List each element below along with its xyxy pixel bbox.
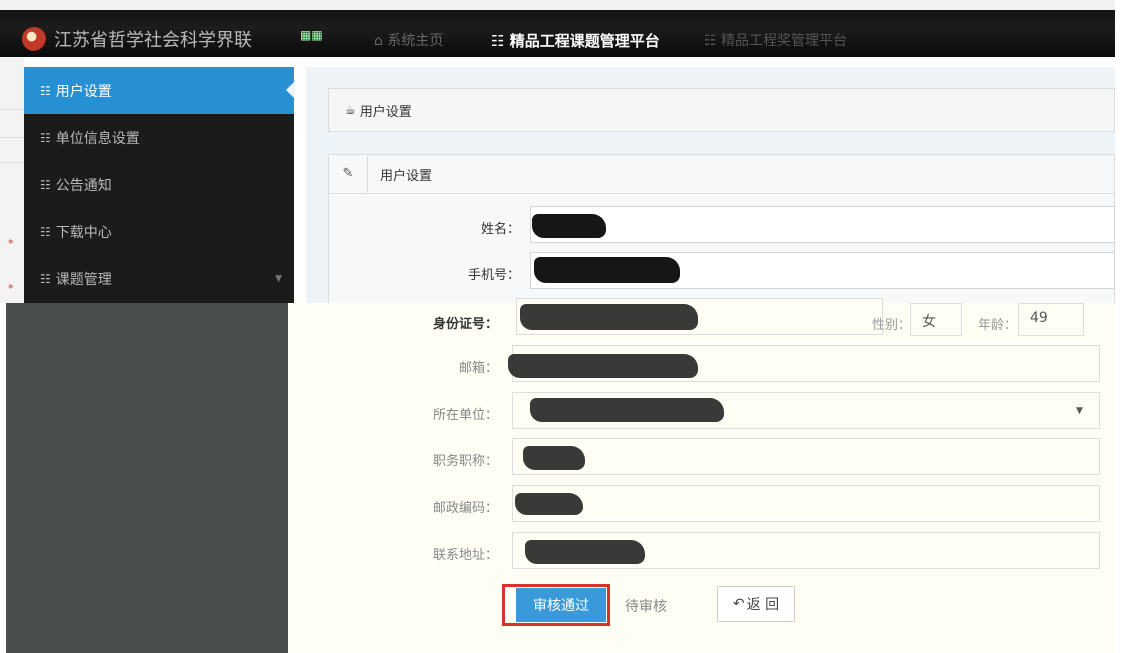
job-title-field[interactable]	[512, 438, 1100, 475]
id-label: 身份证号：	[432, 317, 498, 332]
sidebar-item-user-settings[interactable]: ☷ 用户设置	[24, 67, 295, 114]
age-value: 49	[1030, 310, 1048, 326]
row-divider	[0, 137, 24, 138]
email-label: 邮箱：	[458, 361, 498, 376]
back-button-label: 返 回	[746, 597, 780, 613]
edit-icon: ✎	[329, 155, 368, 193]
sidebar-item-notices[interactable]: ☷ 公告通知	[24, 161, 294, 208]
required-star-icon: *	[8, 282, 14, 295]
age-field[interactable]	[1018, 303, 1084, 336]
grid-tile-icon[interactable]: ▦▦	[300, 28, 340, 44]
panel-header: ✎ 用户设置	[329, 155, 1114, 194]
sidebar-item-unit-settings[interactable]: ☷ 单位信息设置	[24, 114, 294, 161]
panel-title: 用户设置	[380, 168, 433, 184]
sidebar-item-topic-management[interactable]: ☷ 课题管理 ▼	[24, 255, 294, 302]
sidebar-item-label: 单位信息设置	[55, 130, 140, 147]
sidebar-item-label: 用户设置	[55, 83, 112, 100]
sidebar-item-downloads[interactable]: ☷ 下载中心	[24, 208, 294, 255]
redaction	[515, 493, 583, 515]
gender-field[interactable]	[910, 303, 962, 336]
back-button[interactable]: ↶ 返 回	[717, 586, 795, 622]
redaction	[532, 214, 606, 238]
required-star-icon: *	[8, 237, 14, 250]
row-divider	[0, 162, 24, 163]
breadcrumb-label: 用户设置	[359, 104, 412, 120]
org-title: 江苏省哲学社会科学界联	[54, 30, 252, 51]
row-divider	[0, 109, 24, 110]
browser-strip	[0, 0, 1115, 10]
gender-value: 女	[922, 314, 936, 330]
nav-topic-platform[interactable]: ☷ 精品工程课题管理平台	[491, 30, 660, 51]
redaction	[525, 540, 645, 564]
background-shadow	[6, 303, 288, 653]
breadcrumb: ☕ 用户设置	[328, 88, 1115, 132]
sidebar: ☷ 用户设置 ☷ 单位信息设置 ☷ 公告通知 ☷ 下载中心 ☷ 课题管理 ▼	[24, 67, 295, 303]
name-field[interactable]	[530, 206, 1115, 243]
grid-icon: ☷	[40, 130, 51, 145]
nav-award-platform[interactable]: ☷ 精品工程奖管理平台	[704, 30, 847, 50]
left-background-strip: * *	[0, 57, 24, 303]
postcode-label: 邮政编码：	[432, 501, 498, 516]
home-icon: ⌂	[374, 33, 383, 49]
redaction	[508, 354, 698, 378]
postcode-field[interactable]	[512, 485, 1100, 522]
redaction	[534, 257, 680, 283]
grid-icon: ☷	[704, 33, 717, 49]
brand[interactable]: 江苏省哲学社会科学界联	[22, 26, 252, 52]
nav-award-platform-label: 精品工程奖管理平台	[721, 33, 848, 49]
org-logo-icon	[22, 27, 46, 51]
sidebar-item-label: 课题管理	[55, 271, 112, 288]
redaction	[523, 446, 585, 470]
grid-icon: ☷	[40, 83, 51, 98]
age-label: 年龄：	[978, 318, 1018, 333]
grid-icon: ☷	[40, 177, 51, 192]
highlight-frame	[502, 584, 610, 626]
sidebar-item-label: 下载中心	[55, 224, 112, 241]
unit-label: 所在单位：	[432, 408, 498, 423]
caret-down-icon: ▼	[1076, 406, 1083, 416]
address-label: 联系地址：	[432, 548, 498, 563]
grid-icon: ☷	[40, 271, 51, 286]
grid-icon: ☷	[491, 32, 505, 50]
nav-topic-platform-label: 精品工程课题管理平台	[509, 32, 660, 50]
redaction	[520, 304, 698, 330]
coffee-icon: ☕	[345, 103, 356, 117]
nav-home[interactable]: ⌂ 系统主页	[374, 30, 443, 50]
title-label: 职务职称：	[432, 454, 498, 469]
phone-label: 手机号：	[468, 268, 521, 283]
pending-status[interactable]: 待审核	[625, 596, 667, 616]
grid-icon: ☷	[40, 224, 51, 239]
name-label: 姓名：	[481, 222, 521, 237]
caret-down-icon: ▼	[275, 274, 282, 284]
nav-home-label: 系统主页	[387, 33, 444, 49]
top-navbar: 江苏省哲学社会科学界联 ▦▦ ⌂ 系统主页 ☷ 精品工程课题管理平台 ☷ 精品工…	[0, 0, 1115, 57]
reply-arrow-icon: ↶	[732, 596, 745, 612]
sidebar-item-label: 公告通知	[55, 177, 112, 194]
redaction	[530, 398, 724, 422]
gender-label: 性别：	[872, 318, 912, 333]
